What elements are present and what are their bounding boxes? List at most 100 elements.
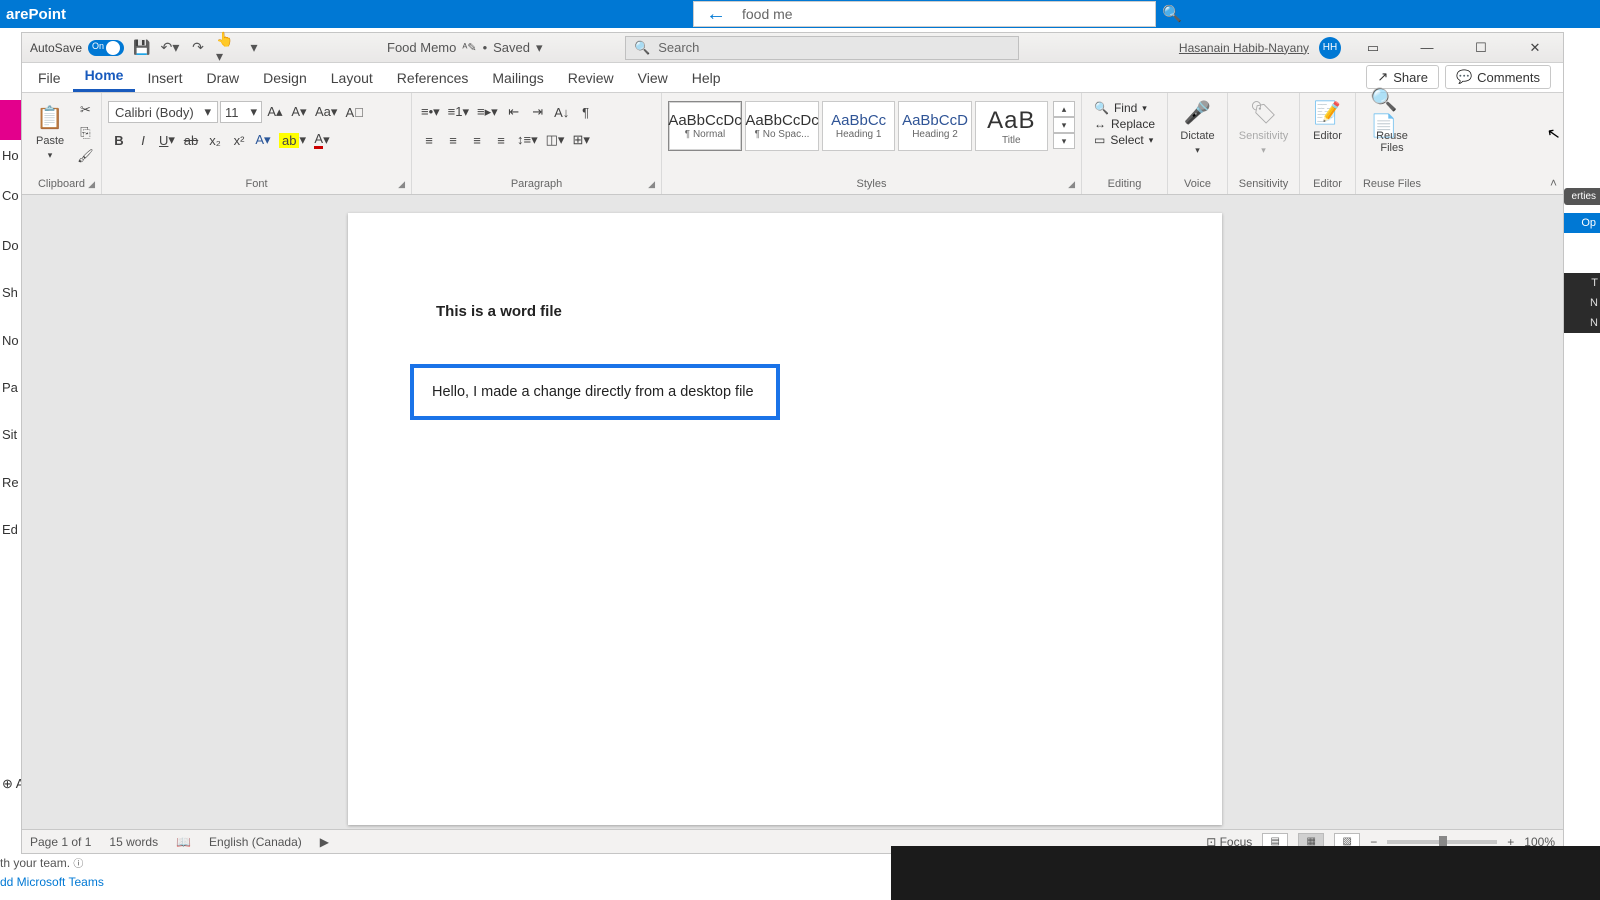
clear-format-icon[interactable]: A⃠ bbox=[342, 101, 366, 123]
spellcheck-icon[interactable]: 📖 bbox=[176, 835, 191, 849]
align-left-icon[interactable]: ≡ bbox=[418, 129, 440, 151]
justify-icon[interactable]: ≡ bbox=[490, 129, 512, 151]
language-indicator[interactable]: English (Canada) bbox=[209, 835, 302, 849]
open-button[interactable]: Op bbox=[1564, 213, 1600, 233]
word-count[interactable]: 15 words bbox=[109, 835, 158, 849]
format-painter-icon[interactable]: 🖌 bbox=[74, 146, 97, 167]
font-color-icon[interactable]: A▾ bbox=[311, 129, 333, 151]
tab-mailings[interactable]: Mailings bbox=[480, 64, 555, 92]
customize-qat-icon[interactable]: ▾ bbox=[244, 38, 264, 58]
change-case-icon[interactable]: Aa▾ bbox=[312, 101, 340, 123]
highlight-icon[interactable]: ab▾ bbox=[276, 129, 309, 151]
styles-down-icon[interactable]: ▾ bbox=[1053, 117, 1075, 133]
search-icon[interactable]: 🔍 bbox=[1156, 1, 1188, 27]
tab-review[interactable]: Review bbox=[556, 64, 626, 92]
comments-button[interactable]: 💬Comments bbox=[1445, 65, 1551, 89]
styles-up-icon[interactable]: ▴ bbox=[1053, 101, 1075, 117]
macro-icon[interactable]: ▶ bbox=[320, 835, 329, 849]
copy-icon[interactable]: ⎘ bbox=[74, 122, 97, 143]
line-spacing-icon[interactable]: ↕≡▾ bbox=[514, 129, 541, 151]
tab-help[interactable]: Help bbox=[680, 64, 733, 92]
undo-icon[interactable]: ↶▾ bbox=[160, 38, 180, 58]
italic-button[interactable]: I bbox=[132, 129, 154, 151]
numbering-icon[interactable]: ≡1▾ bbox=[445, 101, 472, 123]
shrink-font-icon[interactable]: A▾ bbox=[288, 101, 310, 123]
ribbon-display-icon[interactable]: ▭ bbox=[1351, 34, 1395, 62]
nav-do[interactable]: Do bbox=[2, 238, 19, 253]
style-heading1[interactable]: AaBbCcHeading 1 bbox=[822, 101, 895, 151]
chevron-down-icon[interactable]: ▾ bbox=[536, 40, 543, 56]
tab-insert[interactable]: Insert bbox=[135, 64, 194, 92]
superscript-button[interactable]: x² bbox=[228, 129, 250, 151]
underline-button[interactable]: U▾ bbox=[156, 129, 178, 151]
launcher-icon[interactable]: ◢ bbox=[648, 179, 655, 190]
collapse-ribbon-icon[interactable]: ˄ bbox=[1550, 176, 1557, 190]
page-indicator[interactable]: Page 1 of 1 bbox=[30, 835, 91, 849]
shading-icon[interactable]: ◫▾ bbox=[543, 129, 568, 151]
tab-view[interactable]: View bbox=[626, 64, 680, 92]
tab-home[interactable]: Home bbox=[73, 61, 136, 92]
editor-button[interactable]: 📝Editor bbox=[1306, 97, 1349, 144]
maximize-button[interactable]: ☐ bbox=[1459, 34, 1503, 62]
nav-sit[interactable]: Sit bbox=[2, 427, 17, 442]
minimize-button[interactable]: — bbox=[1405, 34, 1449, 62]
replace-button[interactable]: ↔Replace bbox=[1094, 117, 1155, 131]
align-right-icon[interactable]: ≡ bbox=[466, 129, 488, 151]
tab-references[interactable]: References bbox=[385, 64, 481, 92]
multilevel-icon[interactable]: ≡▸▾ bbox=[474, 101, 501, 123]
save-icon[interactable]: 💾 bbox=[132, 38, 152, 58]
toggle-icon[interactable]: On bbox=[88, 40, 124, 56]
launcher-icon[interactable]: ◢ bbox=[1068, 179, 1075, 190]
strike-button[interactable]: ab bbox=[180, 129, 202, 151]
sort-icon[interactable]: A↓ bbox=[551, 101, 573, 123]
nav-sh[interactable]: Sh bbox=[2, 285, 18, 300]
document-page[interactable]: This is a word file Hello, I made a chan… bbox=[348, 213, 1222, 825]
reuse-files-button[interactable]: 🔍📄Reuse Files bbox=[1362, 97, 1422, 156]
nav-co[interactable]: Co bbox=[2, 188, 19, 203]
paragraph-2[interactable]: Hello, I made a change directly from a d… bbox=[432, 384, 758, 400]
close-button[interactable]: ✕ bbox=[1513, 34, 1557, 62]
align-center-icon[interactable]: ≡ bbox=[442, 129, 464, 151]
nav-home[interactable]: Ho bbox=[2, 148, 19, 163]
autosave-toggle[interactable]: AutoSave On bbox=[30, 40, 124, 56]
dictate-button[interactable]: 🎤Dictate▾ bbox=[1174, 97, 1221, 158]
styles-more-icon[interactable]: ▾ bbox=[1053, 133, 1075, 149]
document-area[interactable]: This is a word file Hello, I made a chan… bbox=[22, 195, 1563, 829]
redo-icon[interactable]: ↷ bbox=[188, 38, 208, 58]
increase-indent-icon[interactable]: ⇥ bbox=[527, 101, 549, 123]
font-name-select[interactable]: Calibri (Body)▾ bbox=[108, 101, 218, 123]
select-button[interactable]: ▭Select▾ bbox=[1094, 133, 1155, 147]
nav-no[interactable]: No bbox=[2, 333, 19, 348]
launcher-icon[interactable]: ◢ bbox=[88, 179, 95, 190]
nav-ed[interactable]: Ed bbox=[2, 522, 18, 537]
style-normal[interactable]: AaBbCcDc¶ Normal bbox=[668, 101, 742, 151]
back-arrow-icon[interactable]: ← bbox=[704, 2, 728, 26]
nav-re[interactable]: Re bbox=[2, 475, 19, 490]
show-marks-icon[interactable]: ¶ bbox=[575, 101, 597, 123]
grow-font-icon[interactable]: A▴ bbox=[264, 101, 286, 123]
borders-icon[interactable]: ⊞▾ bbox=[569, 129, 592, 151]
zoom-slider[interactable] bbox=[1387, 840, 1497, 844]
tab-layout[interactable]: Layout bbox=[319, 64, 385, 92]
font-size-select[interactable]: 11▾ bbox=[220, 101, 262, 123]
paragraph-1[interactable]: This is a word file bbox=[436, 303, 1134, 320]
style-heading2[interactable]: AaBbCcDHeading 2 bbox=[898, 101, 971, 151]
document-title[interactable]: Food Memo ᴬ✎ • Saved ▾ bbox=[387, 40, 543, 56]
text-effects-icon[interactable]: A▾ bbox=[252, 129, 274, 151]
decrease-indent-icon[interactable]: ⇤ bbox=[503, 101, 525, 123]
sharepoint-search[interactable]: ← food me bbox=[693, 1, 1156, 27]
bold-button[interactable]: B bbox=[108, 129, 130, 151]
touch-icon[interactable]: 👆▾ bbox=[216, 38, 236, 58]
style-nospacing[interactable]: AaBbCcDc¶ No Spac... bbox=[745, 101, 819, 151]
tab-design[interactable]: Design bbox=[251, 64, 319, 92]
style-title[interactable]: AaBTitle bbox=[975, 101, 1048, 151]
username[interactable]: Hasanain Habib-Nayany bbox=[1179, 41, 1309, 55]
paste-button[interactable]: 📋Paste▾ bbox=[28, 97, 72, 167]
launcher-icon[interactable]: ◢ bbox=[398, 179, 405, 190]
bullets-icon[interactable]: ≡•▾ bbox=[418, 101, 443, 123]
tab-file[interactable]: File bbox=[26, 64, 73, 92]
tell-me-search[interactable]: 🔍 Search bbox=[625, 36, 1019, 60]
nav-pa[interactable]: Pa bbox=[2, 380, 18, 395]
tab-draw[interactable]: Draw bbox=[194, 64, 251, 92]
subscript-button[interactable]: x₂ bbox=[204, 129, 226, 151]
